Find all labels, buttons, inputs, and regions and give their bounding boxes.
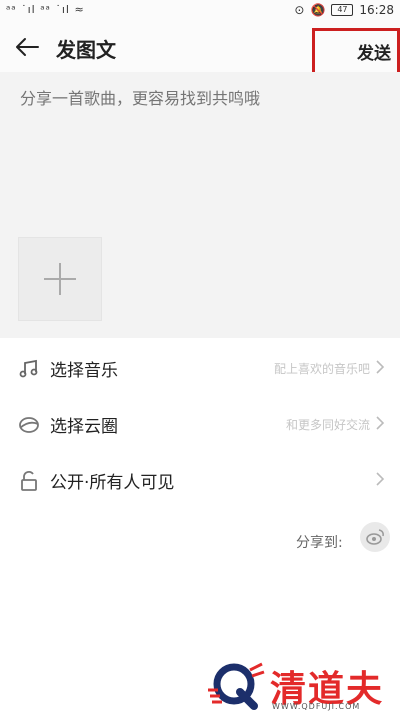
watermark: 清道夫 WWW.QDFUJI.COM: [206, 660, 400, 713]
send-button[interactable]: 发送: [357, 39, 391, 64]
option-hint: 和更多同好交流: [285, 418, 370, 432]
weibo-share-button[interactable]: [360, 522, 390, 552]
choose-music-row[interactable]: 选择音乐 配上喜欢的音乐吧: [0, 340, 400, 396]
share-to-label: 分享到:: [296, 535, 343, 551]
nfc-icon: ⊙: [294, 3, 305, 17]
post-text-input[interactable]: [18, 88, 382, 109]
page-title: 发图文: [56, 38, 116, 62]
clock: 16:28: [359, 3, 394, 17]
chevron-right-icon: [376, 416, 385, 430]
post-editor: [0, 72, 400, 338]
watermark-url: WWW.QDFUJI.COM: [272, 702, 361, 711]
option-label: 公开·所有人可见: [50, 473, 175, 493]
mute-icon: 🔕: [310, 3, 326, 17]
option-label: 选择音乐: [50, 361, 118, 381]
visibility-row[interactable]: 公开·所有人可见: [0, 452, 400, 508]
weibo-icon: [366, 529, 384, 545]
cloud-circle-icon: [19, 417, 39, 433]
add-image-button[interactable]: [18, 237, 102, 321]
chevron-right-icon: [376, 360, 385, 374]
back-arrow-icon: [16, 38, 39, 56]
status-right: ⊙ 🔕 47 16:28: [294, 3, 394, 17]
chevron-right-icon: [376, 472, 385, 486]
unlock-icon: [21, 471, 37, 491]
option-label: 选择云圈: [50, 417, 118, 437]
battery-icon: 47: [331, 4, 354, 16]
signal-wifi-indicators: ᵃᵃ ˙ıl ᵃᵃ ˙ıl ≈: [6, 3, 85, 16]
choose-cloud-circle-row[interactable]: 选择云圈 和更多同好交流: [0, 396, 400, 452]
back-button[interactable]: [14, 34, 42, 60]
option-hint: 配上喜欢的音乐吧: [273, 362, 370, 376]
music-note-icon: [19, 359, 38, 378]
status-bar: ᵃᵃ ˙ıl ᵃᵃ ˙ıl ≈ ⊙ 🔕 47 16:28: [0, 0, 400, 22]
watermark-logo-icon: [208, 662, 265, 710]
